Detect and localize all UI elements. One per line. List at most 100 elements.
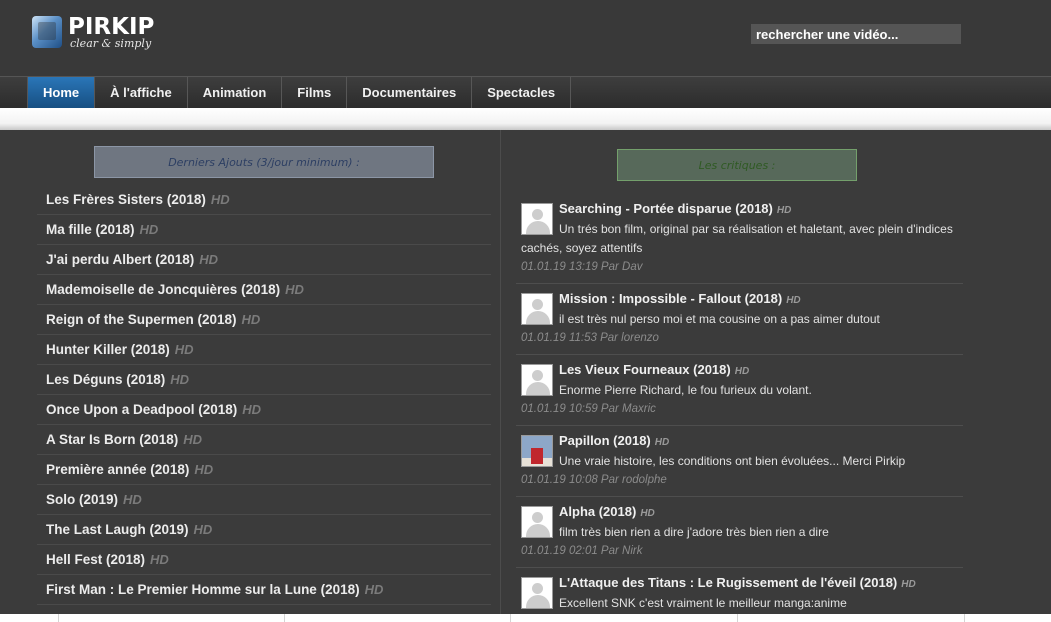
review-title[interactable]: Les Vieux Fourneaux (2018) HD [559,361,963,381]
user-silhouette-icon [532,512,543,523]
logo-title: PIRKIP [68,14,155,40]
review-item: Alpha (2018) HD film très bien rien a dire… [516,497,963,568]
nav-item-2[interactable]: Animation [188,77,283,108]
pirkip-logo-icon [32,16,62,48]
logo[interactable]: PIRKIP clear & simply [32,16,154,50]
review-text: Excellent SNK c'est vraiment le meilleur… [559,596,847,610]
nav-item-home[interactable]: Home [28,77,96,108]
review-text: film très bien rien a dire j'adore très … [559,525,829,539]
latest-item-title: Les Déguns (2018) [46,372,166,387]
footer-divider [964,614,965,622]
review-item: Searching - Portée disparue (2018) HD Un t… [516,194,963,284]
review-item: Mission : Impossible - Fallout (2018) HD i… [516,284,963,355]
latest-item-title: Hunter Killer (2018) [46,342,170,357]
review-text: il est très nul perso moi et ma cousine … [559,312,880,326]
latest-item-title: Mademoiselle de Joncquières (2018) [46,282,281,297]
hd-badge: HD [241,312,261,327]
review-item: Les Vieux Fourneaux (2018) HD Enorme Pierr… [516,355,963,426]
review-title[interactable]: Mission : Impossible - Fallout (2018) HD [559,290,963,310]
latest-item[interactable]: J'ai perdu Albert (2018) HD [37,245,491,275]
review-title-text: Alpha (2018) [559,504,637,519]
review-title[interactable]: Searching - Portée disparue (2018) HD [559,200,963,220]
nav-item-5[interactable]: Spectacles [472,77,572,108]
review-title[interactable]: Papillon (2018) HD [559,432,963,452]
nav-item-4[interactable]: Documentaires [347,77,473,108]
hd-badge: HD [776,205,792,216]
user-silhouette-icon [526,221,550,234]
hd-badge: HD [654,437,670,448]
logo-subtitle: clear & simply [70,37,152,50]
search-input[interactable] [751,24,961,44]
latest-item[interactable]: Les Frères Sisters (2018) HD [37,185,491,215]
latest-item[interactable]: Solo (2019) HD [37,485,491,515]
latest-item[interactable]: Ma fille (2018) HD [37,215,491,245]
hd-badge: HD [901,579,916,590]
hd-badge: HD [183,432,203,447]
hd-badge: HD [174,342,194,357]
nav-list: Home À l'affiche Animation Films Documentair… [27,77,572,108]
hd-badge: HD [199,252,219,267]
hd-badge: HD [285,282,304,297]
reviews-column: Les critiques : Searching - Portée dispa… [502,130,1051,620]
footer-divider [58,614,59,622]
avatar [521,293,553,325]
user-silhouette-icon [532,370,543,381]
footer-divider [284,614,285,622]
avatar [521,203,553,235]
latest-item[interactable]: Mademoiselle de Joncquières (2018) HD [37,275,491,305]
review-text: Une vraie histoire, les conditions ont b… [559,454,906,468]
review-meta: 01.01.19 10:08 Par rodolphe [521,474,667,486]
avatar-photo-part [531,448,543,464]
latest-item-title: Solo (2019) [46,492,119,507]
main-nav: Home À l'affiche Animation Films Documentair… [0,76,1051,108]
review-title-text: L'Attaque des Titans : Le Rugissement de… [559,575,898,590]
review-title[interactable]: L'Attaque des Titans : Le Rugissement de… [559,574,963,594]
latest-item[interactable]: Once Upon a Deadpool (2018) HD [37,395,491,425]
review-meta: 01.01.19 10:59 Par Maxric [521,403,656,415]
latest-item-title: A Star Is Born (2018) [46,432,179,447]
review-title-text: Mission : Impossible - Fallout (2018) [559,291,783,306]
hd-badge: HD [786,295,801,306]
latest-column: Derniers Ajouts (3/jour minimum) : Les F… [27,130,501,614]
review-title[interactable]: Alpha (2018) HD [559,503,963,523]
nav-item-1[interactable]: À l'affiche [95,77,188,108]
review-meta: 01.01.19 11:53 Par lorenzo [521,332,659,344]
nav-item-3[interactable]: Films [282,77,348,108]
latest-item[interactable]: The Last Laugh (2019) HD [37,515,491,545]
page: PIRKIP clear & simply HomeÀ l'afficheAni… [0,0,1051,622]
latest-item-title: Ma fille (2018) [46,222,135,237]
review-item: L'Attaque des Titans : Le Rugissement de… [516,568,963,620]
user-silhouette-icon [526,382,550,395]
avatar [521,364,553,396]
hd-badge: HD [210,192,230,207]
hd-badge: HD [734,366,750,377]
review-title-text: Papillon (2018) [559,433,651,448]
hd-badge: HD [364,582,384,597]
avatar [521,435,553,467]
hd-badge: HD [640,508,655,519]
content-area: Derniers Ajouts (3/jour minimum) : Les F… [0,130,1051,620]
hd-badge: HD [139,222,159,237]
latest-item-title: Reign of the Supermen (2018) [46,312,237,327]
avatar [521,506,553,538]
footer-strip [0,614,1051,622]
latest-item[interactable]: Première année (2018) HD [37,455,491,485]
latest-item[interactable]: First Man : Le Premier Homme sur la Lune… [37,575,491,605]
hd-badge: HD [242,402,262,417]
review-title-text: Searching - Portée disparue (2018) [559,201,773,216]
latest-item-title: First Man : Le Premier Homme sur la Lune… [46,582,360,597]
review-text-continued: cachés, soyez attentifs [521,241,643,255]
latest-item[interactable]: Reign of the Supermen (2018) HD [37,305,491,335]
logo-text: PIRKIP clear & simply [68,16,154,50]
latest-item[interactable]: Hell Fest (2018) HD [37,545,491,575]
review-title-text: Les Vieux Fourneaux (2018) [559,362,731,377]
review-text: Enorme Pierre Richard, le fou furieux du… [559,383,812,397]
avatar [521,577,553,609]
hd-badge: HD [170,372,190,387]
hd-badge: HD [194,462,214,477]
latest-item[interactable]: Les Déguns (2018) HD [37,365,491,395]
footer-divider [510,614,511,622]
latest-item[interactable]: Hunter Killer (2018) HD [37,335,491,365]
review-text: Un trés bon film, original par sa réalis… [559,222,953,236]
latest-item[interactable]: A Star Is Born (2018) HD [37,425,491,455]
